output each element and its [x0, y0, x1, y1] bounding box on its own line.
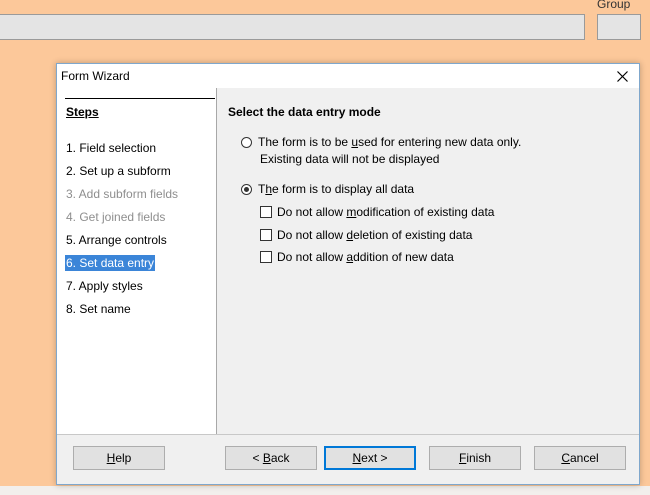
- close-icon: [616, 70, 628, 82]
- no-modification-mnemonic: m: [346, 205, 357, 219]
- steps-heading: Steps: [66, 105, 99, 119]
- next-label: ext >: [361, 451, 388, 465]
- back-label: ack: [270, 451, 290, 465]
- step-get-joined-fields: 4. Get joined fields: [66, 210, 166, 224]
- finish-button[interactable]: Finish: [429, 446, 521, 470]
- step-set-name[interactable]: 8. Set name: [65, 301, 132, 317]
- dialog-title: Form Wizard: [61, 69, 130, 83]
- close-button[interactable]: [605, 64, 639, 88]
- step-add-subform-fields: 3. Add subform fields: [66, 187, 179, 201]
- content-title: Select the data entry mode: [228, 105, 381, 119]
- steps-rule: [65, 98, 215, 99]
- background-text-field: [0, 14, 585, 40]
- title-bar: Form Wizard: [57, 64, 639, 88]
- help-mnemonic: H: [106, 451, 116, 465]
- no-modification-label[interactable]: Do not allow modification of existing da…: [277, 205, 494, 219]
- help-label: elp: [115, 451, 132, 465]
- no-deletion-label[interactable]: Do not allow deletion of existing data: [277, 228, 472, 242]
- background-group-field: [597, 14, 641, 40]
- no-modification-label-pre: Do not allow: [277, 205, 347, 219]
- content-panel: Select the data entry mode The form is t…: [217, 88, 639, 434]
- back-mnemonic: B: [262, 451, 271, 465]
- form-wizard-dialog: Form Wizard Steps 1. Field selection 2. …: [56, 63, 640, 485]
- new-data-only-description: Existing data will not be displayed: [260, 152, 440, 166]
- footer-divider: [57, 434, 639, 435]
- step-set-up-subform[interactable]: 2. Set up a subform: [65, 163, 172, 179]
- finish-label: inish: [466, 451, 492, 465]
- new-data-only-label-pre: The form is to be: [258, 135, 352, 149]
- back-arrow: <: [252, 451, 263, 465]
- no-addition-checkbox[interactable]: [260, 251, 272, 263]
- step-apply-styles[interactable]: 7. Apply styles: [65, 278, 144, 294]
- no-deletion-checkbox[interactable]: [260, 229, 272, 241]
- background-group-label: Group: [597, 0, 631, 11]
- no-deletion-label-post: eletion of existing data: [353, 228, 473, 242]
- no-addition-label-post: ddition of new data: [353, 250, 454, 264]
- cancel-button[interactable]: Cancel: [534, 446, 626, 470]
- new-data-only-radio[interactable]: [241, 137, 252, 148]
- step-field-selection[interactable]: 1. Field selection: [65, 140, 157, 156]
- next-button[interactable]: Next >: [324, 446, 416, 470]
- new-data-only-label[interactable]: The form is to be used for entering new …: [258, 135, 521, 149]
- display-all-data-radio[interactable]: [241, 184, 252, 195]
- no-modification-label-post: odification of existing data: [356, 205, 495, 219]
- next-mnemonic: N: [352, 451, 362, 465]
- display-all-data-label-post: e form is to display all data: [272, 182, 415, 196]
- display-all-data-label[interactable]: The form is to display all data: [258, 182, 414, 196]
- new-data-only-label-post: sed for entering new data only.: [358, 135, 522, 149]
- finish-mnemonic: F: [458, 451, 467, 465]
- back-button[interactable]: < Back: [225, 446, 317, 470]
- cancel-mnemonic: C: [561, 451, 570, 465]
- no-addition-label[interactable]: Do not allow addition of new data: [277, 250, 454, 264]
- step-arrange-controls[interactable]: 5. Arrange controls: [65, 232, 168, 248]
- cancel-label: ancel: [569, 451, 599, 465]
- step-set-data-entry[interactable]: 6. Set data entry: [65, 255, 156, 271]
- no-modification-checkbox[interactable]: [260, 206, 272, 218]
- no-addition-label-pre: Do not allow: [277, 250, 347, 264]
- no-deletion-label-pre: Do not allow: [277, 228, 347, 242]
- help-button[interactable]: Help: [73, 446, 165, 470]
- background-bottom-strip: [0, 486, 650, 495]
- steps-sidebar: Steps 1. Field selection 2. Set up a sub…: [57, 88, 217, 434]
